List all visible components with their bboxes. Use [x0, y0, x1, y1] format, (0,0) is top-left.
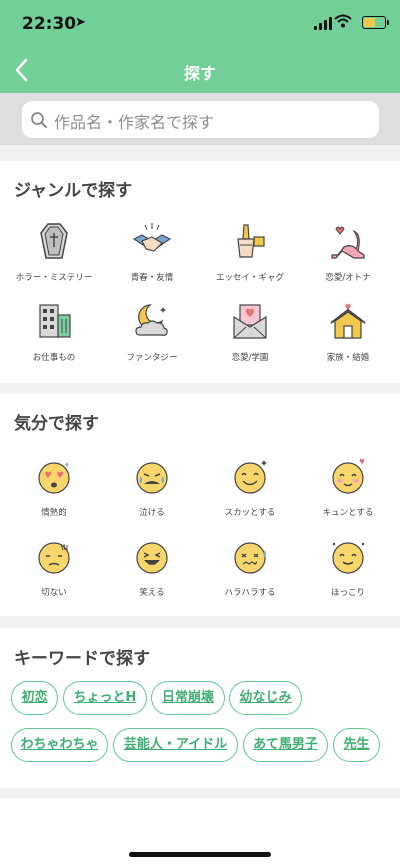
mood-item-passionate[interactable]: 情熱的 [4, 456, 104, 518]
keyword-section: キーワードで探す 初恋 ちょっとH 日常崩壊 幼なじみ わちゃわちゃ 芸能人・ア… [0, 628, 400, 788]
keyword-tag[interactable]: 初恋 [11, 681, 58, 715]
love-letter-icon [233, 304, 267, 339]
mood-section: 気分で探す 情熱的 泣ける スカッとする キュンとする 切ない 笑える ハラハラ… [0, 394, 400, 616]
mood-item-sad[interactable]: 切ない [4, 536, 104, 598]
genre-item-romance-school[interactable]: 恋愛/学園 [200, 301, 300, 363]
genre-label: 家族・結婚 [326, 353, 370, 363]
keyword-tag[interactable]: わちゃわちゃ [11, 728, 108, 762]
search-input[interactable]: 作品名・作家名で探す [22, 101, 379, 138]
location-arrow-icon: ➤ [75, 15, 86, 30]
genre-item-horror[interactable]: ホラー・ミステリー [4, 221, 104, 283]
coffin-icon [40, 223, 68, 259]
genre-item-work[interactable]: お仕事もの [4, 301, 104, 363]
mood-item-heartwarming[interactable]: ほっこり [298, 536, 398, 598]
mood-item-thrilling[interactable]: ハラハラする [200, 536, 300, 598]
mood-section-title: 気分で探す [14, 414, 99, 434]
sad-face-icon [38, 542, 70, 574]
keyword-tag[interactable]: ちょっとH [63, 681, 147, 715]
moon-cloud-icon [135, 304, 168, 336]
house-icon [330, 303, 366, 339]
blushing-face-icon [332, 458, 365, 494]
mood-label: キュンとする [322, 508, 374, 518]
heart-eyes-face-icon [38, 462, 70, 494]
high-heel-icon [331, 226, 365, 259]
genre-section-title: ジャンルで探す [14, 181, 133, 201]
genre-label: ホラー・ミステリー [15, 273, 93, 283]
genre-item-romance-adult[interactable]: 恋愛/オトナ [298, 221, 398, 283]
genre-label: ファンタジー [126, 353, 178, 363]
status-time: 22:30 [22, 14, 77, 34]
refreshed-face-icon [234, 460, 267, 494]
crying-face-icon [136, 462, 168, 494]
app-header: 22:30 ➤ 探す [0, 0, 400, 93]
keyword-tag[interactable]: 芸能人・アイドル [113, 728, 238, 762]
search-placeholder: 作品名・作家名で探す [54, 113, 215, 132]
mood-item-tearful[interactable]: 泣ける [102, 456, 202, 518]
office-building-icon [39, 304, 71, 338]
mood-item-heart-throb[interactable]: キュンとする [298, 456, 398, 518]
genre-label: お仕事もの [32, 353, 76, 363]
genre-item-essay[interactable]: エッセイ・ギャグ [200, 221, 300, 283]
mood-label: スカッとする [224, 508, 276, 518]
page-title: 探す [183, 64, 216, 83]
status-bar: 22:30 ➤ [0, 12, 400, 36]
mood-item-funny[interactable]: 笑える [102, 536, 202, 598]
cellular-signal-icon [314, 16, 332, 30]
handshake-icon [132, 223, 172, 252]
genre-item-fantasy[interactable]: ファンタジー [102, 301, 202, 363]
genre-label: 恋愛/オトナ [325, 273, 371, 283]
genre-label: 青春・友情 [130, 273, 174, 283]
smiling-face-icon [332, 542, 365, 574]
mood-label: 泣ける [139, 508, 165, 518]
mood-label: ハラハラする [224, 588, 276, 598]
home-indicator [129, 852, 271, 857]
genre-section: ジャンルで探す ホラー・ミステリー 青春・友情 エッセイ・ギャグ 恋愛/オトナ … [0, 161, 400, 383]
genre-label: エッセイ・ギャグ [215, 273, 284, 283]
keyword-tag[interactable]: あて馬男子 [243, 728, 328, 762]
genre-label: 恋愛/学園 [231, 353, 269, 363]
mood-item-refreshing[interactable]: スカッとする [200, 456, 300, 518]
keyword-section-title: キーワードで探す [14, 649, 150, 669]
nervous-face-icon [234, 542, 266, 574]
mood-label: 笑える [139, 588, 165, 598]
keyword-tag[interactable]: 日常崩壊 [151, 681, 225, 715]
keyword-tag[interactable]: 先生 [333, 728, 380, 762]
wifi-icon [334, 14, 352, 28]
genre-item-family[interactable]: 家族・結婚 [298, 301, 398, 363]
mood-label: ほっこり [330, 588, 365, 598]
battery-icon [362, 16, 389, 29]
keyword-tag[interactable]: 幼なじみ [229, 681, 302, 715]
search-icon [31, 112, 47, 128]
laughing-face-icon [136, 542, 168, 574]
genre-item-youth[interactable]: 青春・友情 [102, 221, 202, 283]
mood-label: 情熱的 [41, 508, 67, 518]
mood-label: 切ない [41, 588, 67, 598]
pen-icon [237, 224, 265, 258]
